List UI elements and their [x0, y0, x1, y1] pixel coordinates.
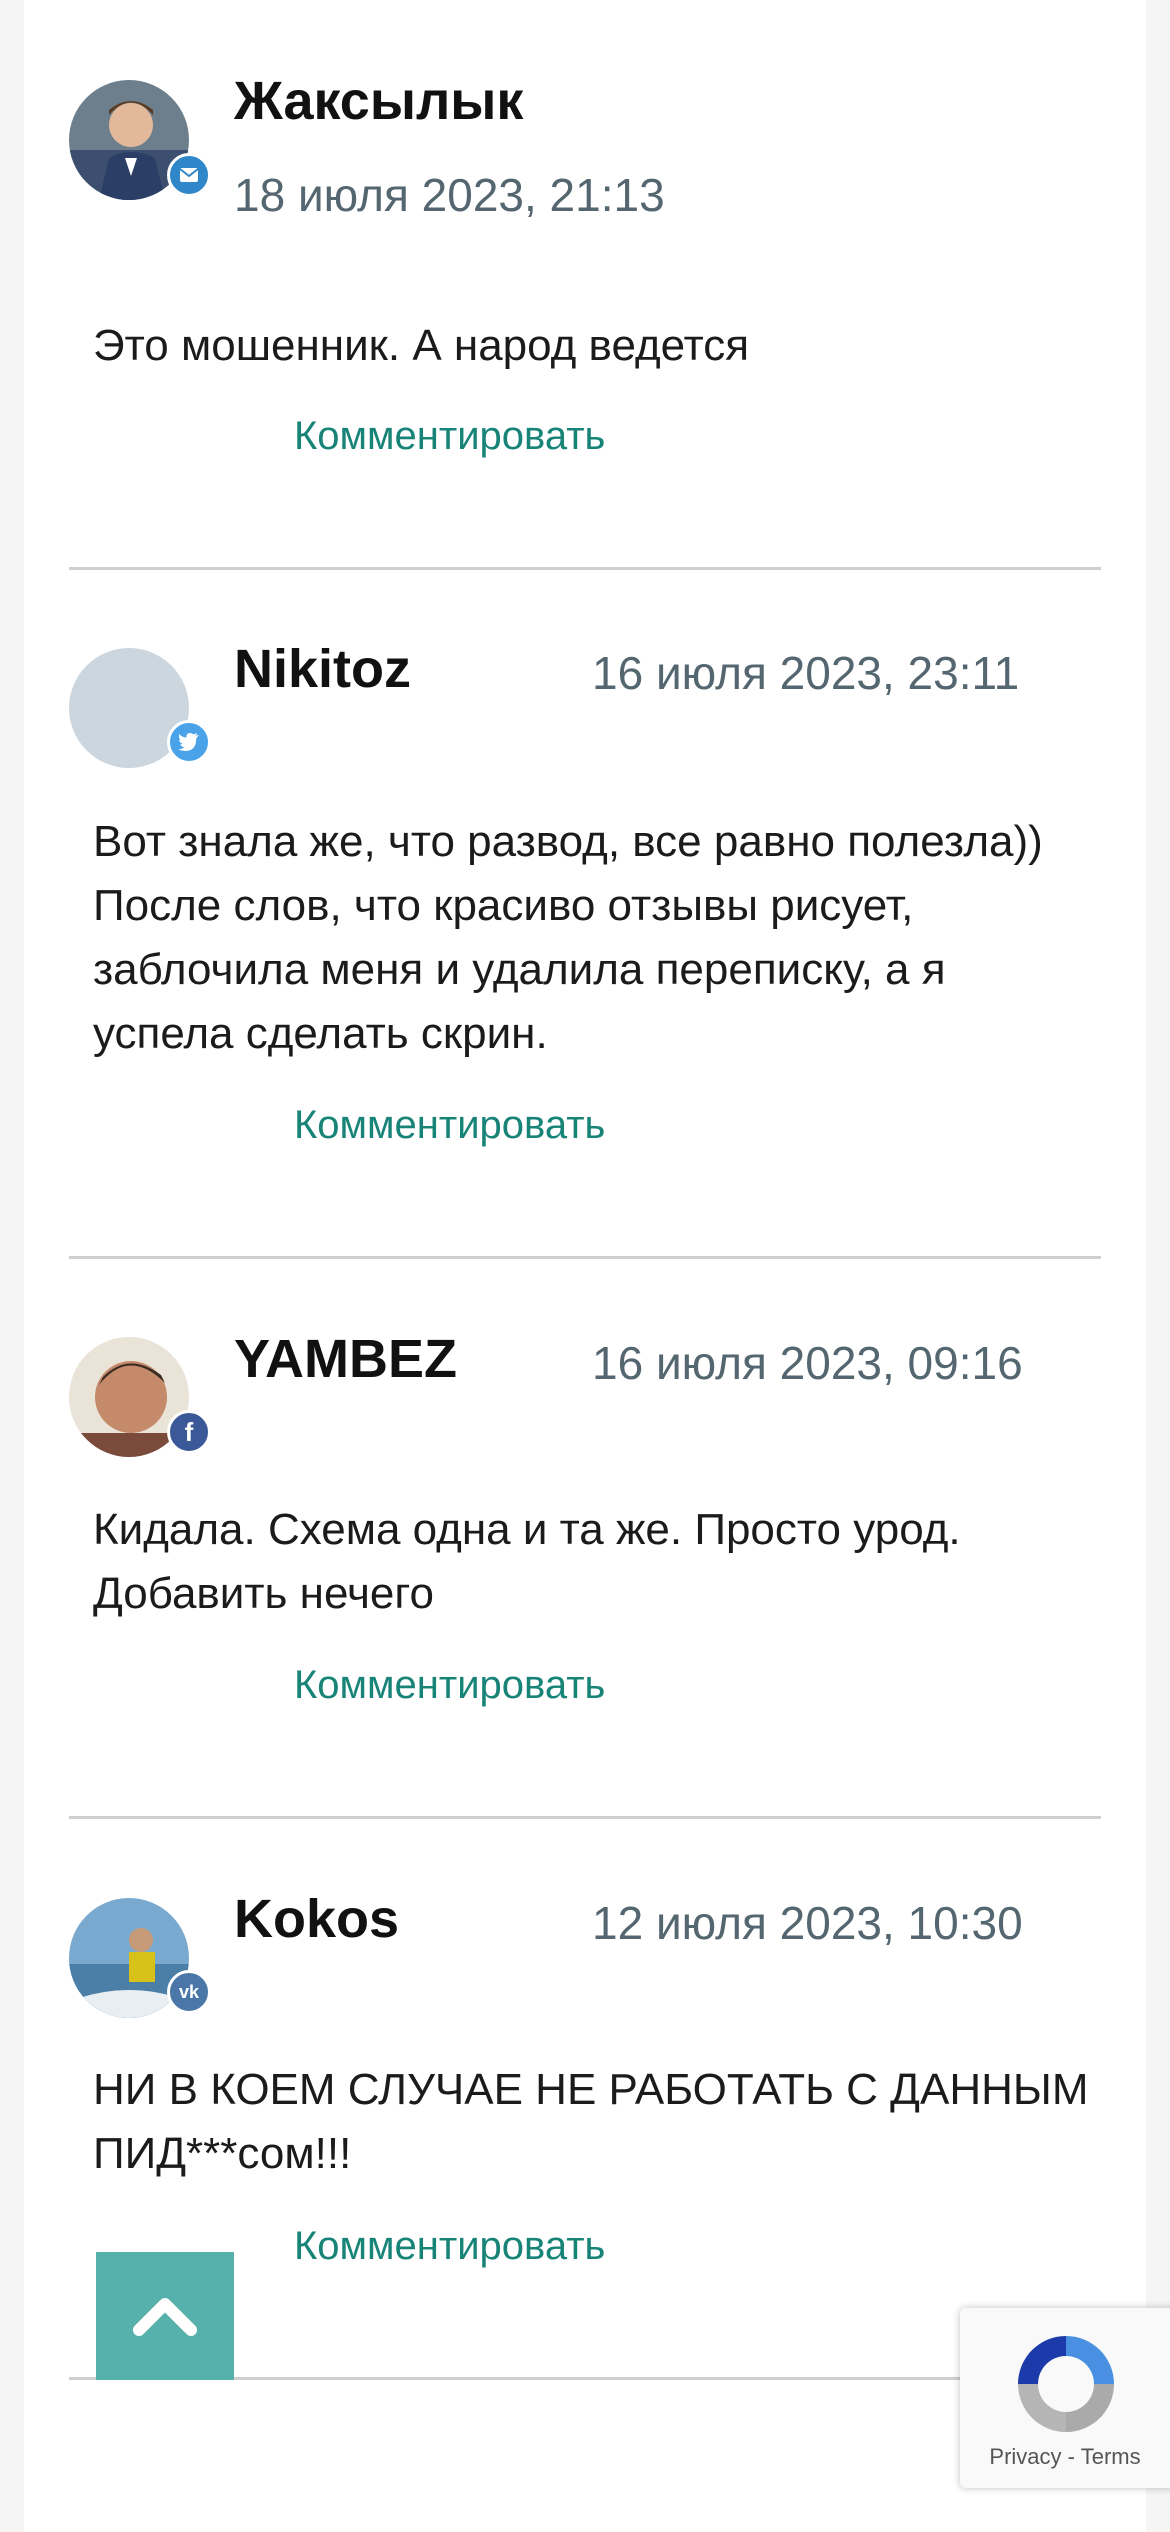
comment-author: Жаксылык: [234, 71, 524, 131]
comment-author: YAMBEZ: [234, 1329, 458, 1389]
vk-icon: vk: [167, 1970, 211, 2014]
comment-text: Это мошенник. А народ ведется: [93, 321, 750, 370]
facebook-icon: f: [167, 1410, 211, 1454]
comment-text: Кидала. Схема одна и та же. Просто урод.…: [93, 1505, 961, 1618]
scroll-to-top-button[interactable]: [96, 2252, 234, 2380]
recaptcha-icon: [1006, 2324, 1126, 2449]
reply-link[interactable]: Комментировать: [294, 2224, 605, 2269]
comment-date: 16 июля 2023, 23:11: [592, 647, 1020, 699]
recaptcha-badge[interactable]: Privacy - Terms: [960, 2308, 1170, 2488]
privacy-link[interactable]: Privacy: [989, 2444, 1061, 2469]
reply-link[interactable]: Комментировать: [294, 1663, 605, 1708]
reply-link[interactable]: Комментировать: [294, 1103, 605, 1148]
comment-date: 16 июля 2023, 09:16: [592, 1337, 1023, 1389]
comment-date: 12 июля 2023, 10:30: [592, 1897, 1023, 1949]
separator: -: [1067, 2444, 1075, 2469]
reply-link[interactable]: Комментировать: [294, 414, 605, 459]
terms-link[interactable]: Terms: [1081, 2444, 1141, 2469]
comment-author: Kokos: [234, 1889, 400, 1949]
divider: [69, 1816, 1101, 1819]
divider: [69, 567, 1101, 570]
chevron-up-icon: [133, 2298, 197, 2336]
comment-date: 18 июля 2023, 21:13: [234, 169, 665, 221]
comments-card: Жаксылык 18 июля 2023, 21:13 Это мошенни…: [24, 0, 1146, 2532]
email-icon: [167, 153, 211, 197]
twitter-icon: [167, 720, 211, 764]
divider: [69, 1256, 1101, 1259]
comment-text: Вот знала же, что развод, все равно поле…: [93, 817, 1043, 1058]
comment-author: Nikitoz: [234, 639, 412, 699]
comment-text: НИ В КОЕМ СЛУЧАЕ НЕ РАБОТАТЬ С ДАННЫМ ПИ…: [93, 2065, 1089, 2178]
recaptcha-links: Privacy - Terms: [960, 2444, 1170, 2470]
